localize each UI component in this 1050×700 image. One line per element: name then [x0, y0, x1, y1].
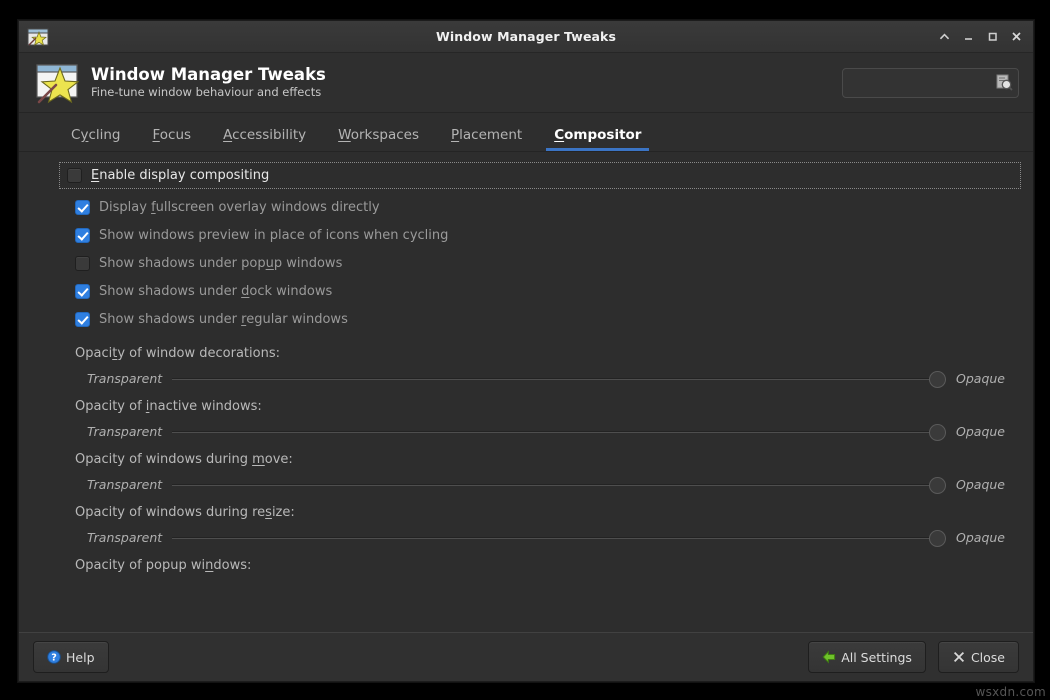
slider-track-line: [172, 378, 946, 380]
slider-track-line: [172, 484, 946, 486]
slider-track-line: [172, 431, 946, 433]
opacity-decorations-label: Opacity of window decorations:: [75, 346, 1021, 361]
slider-max-label: Opaque: [956, 530, 1005, 545]
shade-button[interactable]: [933, 26, 955, 48]
regular-shadows-label: Show shadows under regular windows: [99, 312, 348, 327]
tab-placement[interactable]: Placement: [435, 129, 538, 152]
search-area: [842, 68, 1019, 98]
fullscreen-overlay-label: Display fullscreen overlay windows direc…: [99, 200, 380, 215]
footer-button-bar: ? Help All Settings: [19, 632, 1033, 681]
tab-label: Focus: [153, 127, 192, 143]
compositor-panel: Enable display compositing Display fulls…: [19, 152, 1033, 632]
tab-accessibility[interactable]: Accessibility: [207, 129, 322, 152]
dock-shadows-checkbox[interactable]: [75, 284, 90, 299]
option-row-regular-shadows[interactable]: Show shadows under regular windows: [75, 305, 1021, 333]
option-row-fullscreen-overlay[interactable]: Display fullscreen overlay windows direc…: [75, 193, 1021, 221]
opacity-decorations-slider-row[interactable]: Transparent Opaque: [87, 370, 1021, 386]
help-circle-icon: ?: [47, 650, 61, 664]
tab-focus[interactable]: Focus: [137, 129, 208, 152]
option-row-dock-shadows[interactable]: Show shadows under dock windows: [75, 277, 1021, 305]
opacity-resize-slider-row[interactable]: Transparent Opaque: [87, 529, 1021, 545]
window-manager-tweaks-window: Window Manager Tweaks: [18, 20, 1034, 682]
tab-label: Placement: [451, 127, 522, 143]
close-settings-button[interactable]: Close: [938, 641, 1019, 673]
slider-max-label: Opaque: [956, 424, 1005, 439]
option-row-windows-preview[interactable]: Show windows preview in place of icons w…: [75, 221, 1021, 249]
slider-track-line: [172, 537, 946, 539]
opacity-move-slider[interactable]: [172, 476, 946, 492]
slider-min-label: Transparent: [87, 530, 162, 545]
maximize-button[interactable]: [981, 26, 1003, 48]
tab-compositor[interactable]: Compositor: [538, 129, 657, 152]
all-settings-button[interactable]: All Settings: [808, 641, 926, 673]
search-icon[interactable]: [996, 74, 1013, 91]
app-header: Window Manager Tweaks Fine-tune window b…: [19, 53, 1033, 113]
opacity-decorations-slider[interactable]: [172, 370, 946, 386]
tab-label: Accessibility: [223, 127, 306, 143]
window-title: Window Manager Tweaks: [19, 29, 1033, 44]
slider-min-label: Transparent: [87, 477, 162, 492]
help-button-label: Help: [66, 650, 95, 665]
opacity-popup-label: Opacity of popup windows:: [75, 558, 1021, 573]
opacity-inactive-slider-row[interactable]: Transparent Opaque: [87, 423, 1021, 439]
arrow-left-icon: [822, 650, 836, 664]
slider-handle[interactable]: [929, 424, 946, 441]
tab-bar: Cycling Focus Accessibility Workspaces P…: [19, 113, 1033, 152]
minimize-button[interactable]: [957, 26, 979, 48]
close-button[interactable]: [1005, 26, 1027, 48]
titlebar[interactable]: Window Manager Tweaks: [19, 21, 1033, 53]
settings-scroll-area[interactable]: Enable display compositing Display fulls…: [19, 162, 1033, 573]
tab-label: Cycling: [71, 127, 121, 143]
opacity-inactive-label: Opacity of inactive windows:: [75, 399, 1021, 414]
enable-compositing-row[interactable]: Enable display compositing: [59, 162, 1021, 189]
slider-handle[interactable]: [929, 477, 946, 494]
opacity-resize-label: Opacity of windows during resize:: [75, 505, 1021, 520]
page-subtitle: Fine-tune window behaviour and effects: [91, 85, 326, 100]
header-text: Window Manager Tweaks Fine-tune window b…: [91, 65, 326, 101]
slider-handle[interactable]: [929, 371, 946, 388]
close-x-icon: [952, 650, 966, 664]
dock-shadows-label: Show shadows under dock windows: [99, 284, 332, 299]
option-row-popup-shadows[interactable]: Show shadows under popup windows: [75, 249, 1021, 277]
popup-shadows-checkbox[interactable]: [75, 256, 90, 271]
slider-max-label: Opaque: [956, 371, 1005, 386]
svg-text:?: ?: [51, 653, 57, 664]
screen: Window Manager Tweaks: [0, 0, 1050, 700]
watermark: wsxdn.com: [975, 685, 1046, 699]
regular-shadows-checkbox[interactable]: [75, 312, 90, 327]
opacity-resize-slider[interactable]: [172, 529, 946, 545]
footer-right-buttons: All Settings Close: [808, 641, 1019, 673]
popup-shadows-label: Show shadows under popup windows: [99, 256, 342, 271]
tab-label: Compositor: [554, 127, 641, 143]
slider-handle[interactable]: [929, 530, 946, 547]
window-star-icon: [27, 28, 49, 46]
all-settings-button-label: All Settings: [841, 650, 912, 665]
tab-label: Workspaces: [338, 127, 419, 143]
search-box[interactable]: [842, 68, 1019, 98]
windows-preview-checkbox[interactable]: [75, 228, 90, 243]
window-star-wand-icon: [35, 62, 79, 104]
close-settings-button-label: Close: [971, 650, 1005, 665]
tab-cycling[interactable]: Cycling: [55, 129, 137, 152]
tab-workspaces[interactable]: Workspaces: [322, 129, 435, 152]
slider-max-label: Opaque: [956, 477, 1005, 492]
slider-min-label: Transparent: [87, 424, 162, 439]
opacity-move-label: Opacity of windows during move:: [75, 452, 1021, 467]
windows-preview-label: Show windows preview in place of icons w…: [99, 228, 448, 243]
slider-min-label: Transparent: [87, 371, 162, 386]
window-controls: [933, 26, 1027, 48]
help-button[interactable]: ? Help: [33, 641, 109, 673]
opacity-inactive-slider[interactable]: [172, 423, 946, 439]
fullscreen-overlay-checkbox[interactable]: [75, 200, 90, 215]
page-title: Window Manager Tweaks: [91, 65, 326, 86]
opacity-move-slider-row[interactable]: Transparent Opaque: [87, 476, 1021, 492]
enable-compositing-checkbox[interactable]: [67, 168, 82, 183]
search-input[interactable]: [851, 75, 996, 91]
enable-compositing-label: Enable display compositing: [91, 168, 269, 183]
